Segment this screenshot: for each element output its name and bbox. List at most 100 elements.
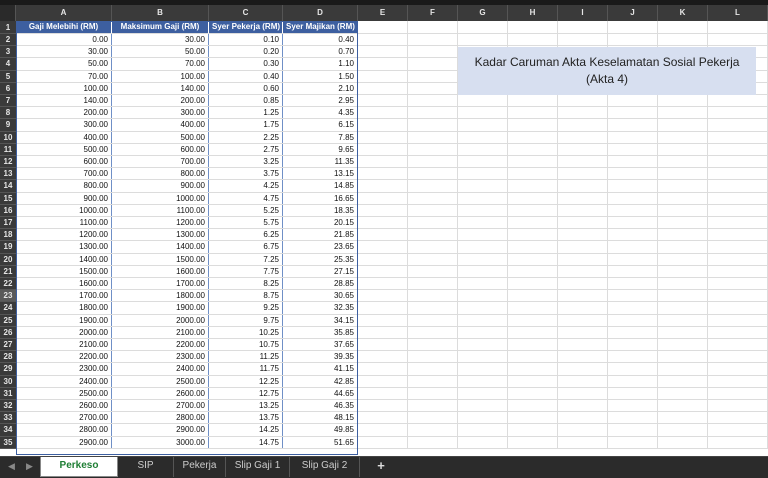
table-cell[interactable]: 1900.00 bbox=[112, 302, 209, 314]
empty-cell[interactable] bbox=[658, 436, 708, 448]
empty-cell[interactable] bbox=[658, 229, 708, 241]
empty-cell[interactable] bbox=[358, 375, 408, 387]
table-cell[interactable]: 2300.00 bbox=[112, 351, 209, 363]
table-cell[interactable]: 2600.00 bbox=[16, 400, 112, 412]
empty-cell[interactable] bbox=[358, 363, 408, 375]
empty-cell[interactable] bbox=[408, 70, 458, 82]
empty-cell[interactable] bbox=[558, 156, 608, 168]
table-cell[interactable]: 41.15 bbox=[283, 363, 358, 375]
table-cell[interactable]: 14.75 bbox=[209, 436, 283, 448]
empty-cell[interactable] bbox=[508, 229, 558, 241]
select-all-corner[interactable] bbox=[0, 5, 16, 21]
table-cell[interactable]: 0.00 bbox=[16, 34, 112, 46]
empty-cell[interactable] bbox=[608, 314, 658, 326]
table-cell[interactable]: 3.75 bbox=[209, 168, 283, 180]
empty-cell[interactable] bbox=[508, 400, 558, 412]
empty-cell[interactable] bbox=[508, 412, 558, 424]
row-header[interactable]: 19 bbox=[0, 241, 16, 254]
empty-cell[interactable] bbox=[558, 168, 608, 180]
empty-cell[interactable] bbox=[508, 290, 558, 302]
empty-cell[interactable] bbox=[508, 326, 558, 338]
table-cell[interactable]: 2500.00 bbox=[16, 387, 112, 399]
table-cell[interactable]: 3.25 bbox=[209, 156, 283, 168]
empty-cell[interactable] bbox=[658, 95, 708, 107]
table-cell[interactable]: 700.00 bbox=[16, 168, 112, 180]
empty-cell[interactable] bbox=[658, 217, 708, 229]
table-cell[interactable]: 1.10 bbox=[283, 58, 358, 70]
row-header[interactable]: 16 bbox=[0, 204, 16, 217]
empty-cell[interactable] bbox=[558, 192, 608, 204]
row-header[interactable]: 21 bbox=[0, 265, 16, 278]
table-cell[interactable]: 14.85 bbox=[283, 180, 358, 192]
empty-cell[interactable] bbox=[458, 168, 508, 180]
empty-cell[interactable] bbox=[608, 192, 658, 204]
empty-cell[interactable] bbox=[708, 326, 768, 338]
column-header-k[interactable]: K bbox=[658, 5, 708, 21]
empty-cell[interactable] bbox=[458, 95, 508, 107]
empty-cell[interactable] bbox=[658, 265, 708, 277]
sheet-tab-perkeso[interactable]: Perkeso bbox=[40, 457, 118, 477]
empty-cell[interactable] bbox=[458, 34, 508, 46]
table-cell[interactable]: 2700.00 bbox=[112, 400, 209, 412]
empty-cell[interactable] bbox=[558, 107, 608, 119]
table-cell[interactable]: 9.65 bbox=[283, 143, 358, 155]
empty-cell[interactable] bbox=[358, 46, 408, 58]
empty-cell[interactable] bbox=[608, 375, 658, 387]
table-cell[interactable]: 1.25 bbox=[209, 107, 283, 119]
table-cell[interactable]: 7.75 bbox=[209, 265, 283, 277]
empty-cell[interactable] bbox=[608, 229, 658, 241]
table-cell[interactable]: 9.25 bbox=[209, 302, 283, 314]
column-header-a[interactable]: A bbox=[16, 5, 112, 21]
empty-cell[interactable] bbox=[508, 168, 558, 180]
row-header[interactable]: 10 bbox=[0, 131, 16, 144]
empty-cell[interactable] bbox=[508, 143, 558, 155]
table-cell[interactable]: 14.25 bbox=[209, 424, 283, 436]
empty-cell[interactable] bbox=[408, 278, 458, 290]
empty-cell[interactable] bbox=[408, 46, 458, 58]
row-header[interactable]: 4 bbox=[0, 58, 16, 71]
empty-cell[interactable] bbox=[458, 326, 508, 338]
table-cell[interactable]: 10.25 bbox=[209, 326, 283, 338]
table-cell[interactable]: 70.00 bbox=[16, 70, 112, 82]
table-cell[interactable]: 1200.00 bbox=[16, 229, 112, 241]
empty-cell[interactable] bbox=[708, 436, 768, 448]
empty-cell[interactable] bbox=[458, 192, 508, 204]
column-header-j[interactable]: J bbox=[608, 5, 658, 21]
table-cell[interactable]: 2.10 bbox=[283, 82, 358, 94]
empty-cell[interactable] bbox=[708, 278, 768, 290]
row-header[interactable]: 3 bbox=[0, 46, 16, 59]
empty-cell[interactable] bbox=[358, 21, 408, 33]
table-cell[interactable]: 16.65 bbox=[283, 192, 358, 204]
row-header[interactable]: 30 bbox=[0, 375, 16, 388]
empty-cell[interactable] bbox=[358, 387, 408, 399]
empty-cell[interactable] bbox=[408, 34, 458, 46]
empty-cell[interactable] bbox=[508, 436, 558, 448]
row-header[interactable]: 7 bbox=[0, 95, 16, 108]
empty-cell[interactable] bbox=[608, 265, 658, 277]
empty-cell[interactable] bbox=[608, 302, 658, 314]
empty-cell[interactable] bbox=[408, 387, 458, 399]
column-header-i[interactable]: I bbox=[558, 5, 608, 21]
empty-cell[interactable] bbox=[508, 302, 558, 314]
empty-cell[interactable] bbox=[608, 278, 658, 290]
empty-cell[interactable] bbox=[358, 82, 408, 94]
table-cell[interactable]: 7.25 bbox=[209, 253, 283, 265]
empty-cell[interactable] bbox=[658, 156, 708, 168]
empty-cell[interactable] bbox=[358, 34, 408, 46]
table-cell[interactable]: 500.00 bbox=[112, 131, 209, 143]
empty-cell[interactable] bbox=[458, 119, 508, 131]
table-cell[interactable]: 2000.00 bbox=[16, 326, 112, 338]
empty-cell[interactable] bbox=[658, 363, 708, 375]
empty-cell[interactable] bbox=[458, 278, 508, 290]
table-cell[interactable]: 2900.00 bbox=[16, 436, 112, 448]
empty-cell[interactable] bbox=[408, 95, 458, 107]
table-cell[interactable]: 51.65 bbox=[283, 436, 358, 448]
empty-cell[interactable] bbox=[708, 253, 768, 265]
row-header[interactable]: 12 bbox=[0, 156, 16, 169]
table-cell[interactable]: 140.00 bbox=[112, 82, 209, 94]
column-header-g[interactable]: G bbox=[458, 5, 508, 21]
empty-cell[interactable] bbox=[658, 412, 708, 424]
table-cell[interactable]: 1.50 bbox=[283, 70, 358, 82]
table-cell[interactable]: 13.15 bbox=[283, 168, 358, 180]
empty-cell[interactable] bbox=[358, 265, 408, 277]
